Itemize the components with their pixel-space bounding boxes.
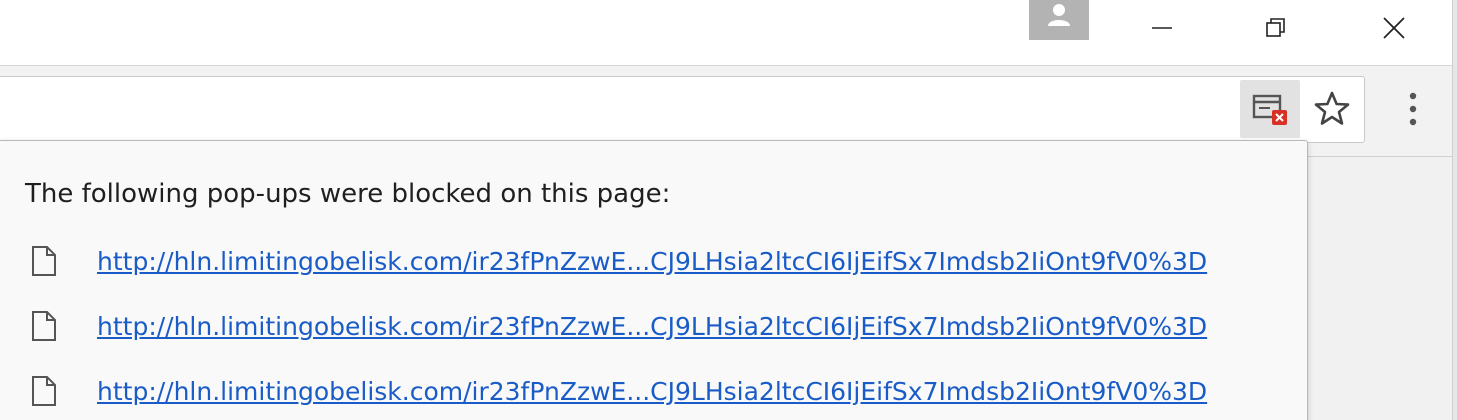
browser-window: The following pop-ups were blocked on th… bbox=[0, 0, 1457, 420]
blocked-popup-item: http://hln.limitingobelisk.com/ir23fPnZz… bbox=[0, 369, 1299, 419]
restore-icon bbox=[1266, 18, 1285, 37]
close-window-button[interactable] bbox=[1358, 0, 1430, 56]
page-icon bbox=[32, 311, 56, 341]
popup-blocked-button[interactable] bbox=[1240, 80, 1300, 138]
blocked-popup-link[interactable]: http://hln.limitingobelisk.com/ir23fPnZz… bbox=[97, 312, 1207, 341]
minimize-button[interactable] bbox=[1126, 0, 1198, 56]
window-right-border bbox=[1452, 0, 1457, 420]
bubble-title: The following pop-ups were blocked on th… bbox=[25, 179, 671, 209]
bookmark-star-button[interactable] bbox=[1306, 80, 1358, 138]
title-bar bbox=[0, 0, 1452, 65]
blocked-popup-link[interactable]: http://hln.limitingobelisk.com/ir23fPnZz… bbox=[97, 377, 1207, 406]
close-icon bbox=[1383, 17, 1405, 39]
minimize-icon bbox=[1152, 27, 1172, 29]
vertical-dots-icon bbox=[1409, 92, 1417, 126]
popup-blocked-bubble: The following pop-ups were blocked on th… bbox=[0, 140, 1308, 420]
person-icon bbox=[1048, 4, 1070, 26]
browser-menu-button[interactable] bbox=[1390, 80, 1436, 138]
blocked-popup-item: http://hln.limitingobelisk.com/ir23fPnZz… bbox=[0, 304, 1299, 354]
blocked-popup-link[interactable]: http://hln.limitingobelisk.com/ir23fPnZz… bbox=[97, 247, 1207, 276]
popup-blocked-icon bbox=[1252, 94, 1287, 125]
page-icon bbox=[32, 376, 56, 406]
blocked-popup-item: http://hln.limitingobelisk.com/ir23fPnZz… bbox=[0, 239, 1299, 289]
restore-button[interactable] bbox=[1240, 0, 1312, 56]
star-icon bbox=[1314, 91, 1350, 125]
profile-button[interactable] bbox=[1029, 0, 1089, 40]
address-bar[interactable] bbox=[0, 76, 1365, 143]
page-icon bbox=[32, 246, 56, 276]
